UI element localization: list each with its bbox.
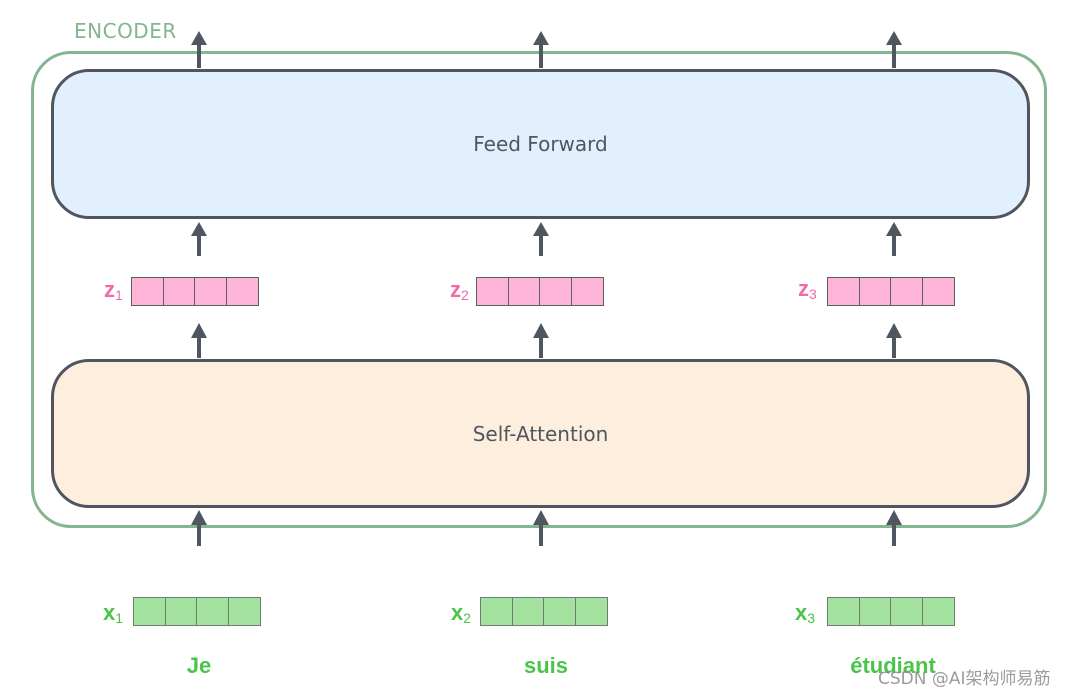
x2-vector [480,597,608,626]
vector-cell [164,597,198,626]
arrow-up-icon [533,31,549,68]
arrow-up-icon [191,31,207,68]
vector-cell [543,597,576,626]
arrow-up-icon [533,222,549,256]
vector-cell [921,597,955,626]
z3-vector [827,277,955,306]
watermark: CSDN @AI架构师易筋 [878,669,1051,689]
z1-label: z1 [104,277,123,303]
arrow-up-icon [191,222,207,256]
x3-vector [827,597,955,626]
vector-cell [162,277,196,306]
arrow-up-icon [191,323,207,358]
vector-cell [196,597,229,626]
vector-cell [921,277,955,306]
z2-vector [476,277,604,306]
vector-cell [227,597,261,626]
vector-cell [858,277,892,306]
vector-cell [131,277,164,306]
arrow-up-icon [533,323,549,358]
vector-cell [827,597,860,626]
arrow-up-icon [886,510,902,546]
vector-cell [511,597,545,626]
input-word-suis: suis [523,653,569,678]
vector-cell [890,597,923,626]
input-word-je: Je [186,653,212,678]
z1-vector [131,277,259,306]
arrow-up-icon [533,510,549,546]
vector-cell [890,277,923,306]
vector-cell [827,277,860,306]
arrow-up-icon [886,222,902,256]
x3-label: x3 [795,600,816,626]
vector-cell [225,277,259,306]
vector-cell [480,597,513,626]
arrows-layer [191,31,902,546]
vector-cell [194,277,227,306]
vector-cell [539,277,572,306]
x1-label: x1 [103,600,124,626]
vector-cell [133,597,166,626]
x2-label: x2 [451,600,472,626]
arrow-up-icon [191,510,207,546]
vector-cell [858,597,892,626]
x1-vector [133,597,261,626]
z2-label: z2 [450,277,469,303]
arrow-up-icon [886,31,902,68]
z3-label: z3 [798,276,817,302]
vector-cell [574,597,608,626]
arrow-up-icon [886,323,902,358]
vector-cell [476,277,509,306]
vector-cell [570,277,604,306]
vector-cell [507,277,541,306]
